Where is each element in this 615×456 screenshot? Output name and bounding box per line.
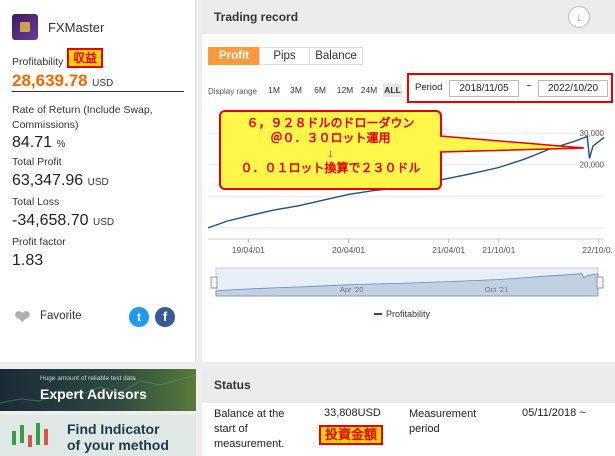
- range-6m[interactable]: 6M: [311, 84, 329, 97]
- x-tick-label: 21/10/01: [482, 245, 515, 255]
- expert-advisors-title: Expert Advisors: [40, 386, 147, 402]
- navigator-label: Apr '20: [340, 285, 364, 294]
- expert-advisors-tagline: Huge amount of reliable test data: [40, 375, 136, 382]
- range-1m[interactable]: 1M: [265, 84, 283, 97]
- facebook-icon[interactable]: f: [155, 307, 175, 327]
- profitability-badge: 収益: [67, 48, 104, 68]
- heart-icon[interactable]: ❤: [14, 305, 31, 330]
- profit-factor-label: Profit factor: [12, 236, 66, 248]
- twitter-icon[interactable]: t: [129, 307, 149, 327]
- trading-record-title: Trading record: [214, 10, 299, 24]
- measurement-label-2: period: [409, 423, 440, 435]
- total-loss-row: -34,658.70 USD: [12, 212, 114, 230]
- favorite-label[interactable]: Favorite: [40, 310, 82, 322]
- balance-value: 33,808USD: [324, 407, 381, 419]
- total-loss-value: -34,658.70: [12, 212, 89, 229]
- status-title: Status: [214, 378, 251, 392]
- tab-balance[interactable]: Balance: [309, 47, 363, 65]
- measurement-period-value: 05/11/2018 ~: [522, 407, 586, 419]
- total-loss-label: Total Loss: [12, 196, 60, 208]
- measurement-label-1: Measurement: [409, 408, 477, 420]
- annotation-pointer: [440, 135, 585, 153]
- chart-navigator[interactable]: Apr '20 Oct '21: [202, 264, 612, 300]
- profit-factor-value: 1.83: [12, 252, 44, 269]
- profitability-row: 28,639.78 USD: [12, 71, 113, 91]
- legend-label[interactable]: Profitability: [386, 309, 430, 319]
- x-tick-label: 20/04/01: [332, 245, 365, 255]
- balance-label-3: measurement.: [214, 438, 285, 450]
- ea-summary-panel: FXMaster Profitability 収益 28,639.78 USD …: [0, 0, 196, 362]
- candle-icon: [12, 431, 16, 445]
- find-indicator-line1: Find Indicator: [67, 421, 160, 437]
- find-indicator-banner[interactable]: Find Indicator of your method: [0, 415, 196, 456]
- range-all[interactable]: ALL: [383, 84, 402, 97]
- download-icon[interactable]: ↓: [568, 6, 590, 28]
- period-label: Period: [415, 82, 443, 93]
- total-profit-unit: USD: [87, 177, 109, 188]
- period-to-input[interactable]: 2022/10/20: [538, 80, 608, 97]
- annotation-arrow: ↓: [327, 146, 334, 160]
- annotation-line3: ０．０１ロット換算で２３０ドル: [240, 161, 421, 175]
- divider: [12, 91, 184, 92]
- profitability-unit: USD: [92, 78, 114, 89]
- balance-badge: 投資金額: [319, 425, 384, 445]
- ea-logo: [12, 14, 38, 40]
- ror-label: Rate of Return (Include Swap, Commission…: [12, 104, 153, 131]
- balance-label-2: start of: [214, 423, 248, 435]
- legend-swatch: [374, 313, 382, 315]
- x-tick-label: 19/04/01: [232, 245, 265, 255]
- range-3m[interactable]: 3M: [287, 84, 305, 97]
- ror-row: 84.71 %: [12, 134, 65, 152]
- x-tick-label: 21/04/01: [432, 245, 465, 255]
- total-loss-unit: USD: [92, 217, 115, 228]
- tab-profit[interactable]: Profit: [208, 47, 260, 65]
- total-profit-label: Total Profit: [12, 156, 62, 168]
- period-from-input[interactable]: 2018/11/05: [449, 80, 519, 97]
- balance-label-1: Balance at the: [214, 408, 285, 420]
- status-panel: Status Balance at the start of measureme…: [202, 369, 615, 456]
- candle-icon: [44, 429, 48, 445]
- annotation-line1: ６，９２８ドルのドローダウン: [246, 116, 415, 130]
- ea-name[interactable]: FXMaster: [48, 20, 104, 35]
- drawdown-annotation: ６，９２８ドルのドローダウン ＠０．３０ロット運用 ↓ ０．０１ロット換算で２３…: [219, 110, 442, 190]
- candle-icon: [20, 425, 24, 443]
- period-separator: ~: [526, 81, 532, 92]
- tab-pips[interactable]: Pips: [259, 47, 310, 65]
- find-indicator-line2: of your method: [67, 437, 169, 453]
- period-selector: Period 2018/11/05 ~ 2022/10/20: [407, 73, 613, 103]
- navigator-left-handle[interactable]: [210, 276, 218, 289]
- status-header: [202, 369, 615, 403]
- candle-icon: [28, 435, 32, 447]
- display-range-label: Display range: [208, 87, 257, 96]
- range-12m[interactable]: 12M: [335, 84, 355, 97]
- expert-advisors-banner[interactable]: Huge amount of reliable test data Expert…: [0, 369, 196, 411]
- ror-unit: %: [56, 139, 66, 150]
- profitability-label: Profitability: [12, 56, 64, 68]
- profitability-value: 28,639.78: [12, 71, 88, 90]
- candle-icon: [36, 423, 40, 445]
- x-tick-label: 22/10/01: [582, 245, 612, 255]
- total-profit-value: 63,347.96: [12, 172, 84, 189]
- ror-value: 84.71: [12, 134, 53, 151]
- navigator-label: Oct '21: [485, 285, 509, 294]
- annotation-line2: ＠０．３０ロット運用: [270, 131, 391, 145]
- navigator-right-handle[interactable]: [596, 276, 604, 289]
- range-24m[interactable]: 24M: [359, 84, 379, 97]
- total-profit-row: 63,347.96 USD: [12, 172, 109, 190]
